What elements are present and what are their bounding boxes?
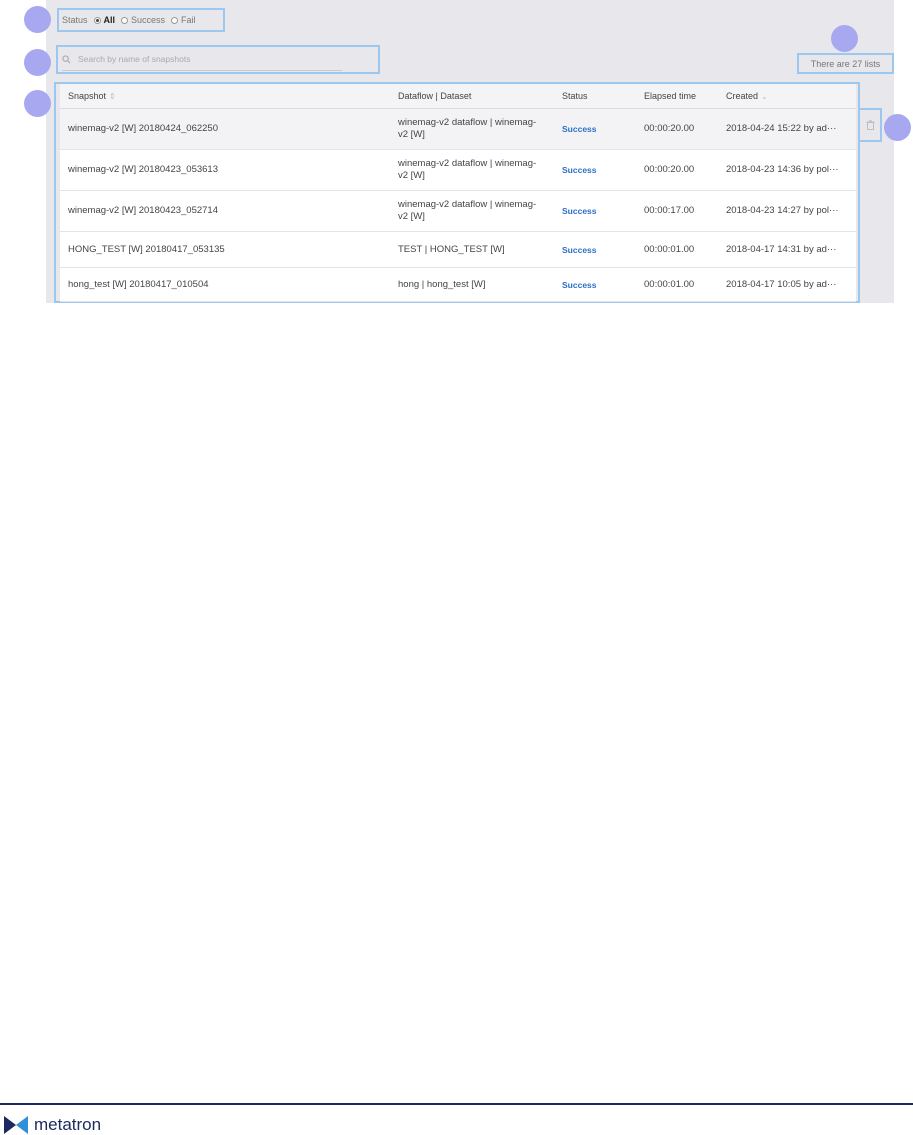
column-header-elapsed: Elapsed time [636, 84, 718, 109]
callout-marker-5 [884, 114, 911, 141]
callout-marker-1 [24, 6, 51, 33]
sort-icon[interactable]: ⇕ [109, 92, 116, 101]
status-radio-all[interactable]: All [93, 15, 116, 25]
cell-created: 2018-04-17 10:05 by ad··· [718, 267, 856, 302]
table-row[interactable]: HONG_TEST [W] 20180417_053135 TEST | HON… [60, 231, 856, 268]
cell-status: Success [554, 149, 636, 191]
cell-dataflow: winemag-v2 dataflow | winemag-v2 [W] [390, 108, 554, 150]
callout-marker-4 [831, 25, 858, 52]
cell-status: Success [554, 267, 636, 302]
status-filter-label: Status [62, 15, 88, 25]
metatron-logo: metatron [4, 1115, 101, 1135]
cell-status: Success [554, 190, 636, 232]
cell-status: Success [554, 108, 636, 150]
snapshot-table: Snapshot ⇕ Dataflow | Dataset Status Elap… [54, 82, 860, 303]
search-icon [62, 54, 71, 63]
search-box [56, 45, 380, 74]
status-radio-all-label: All [103, 15, 116, 25]
cell-elapsed: 00:00:20.00 [636, 108, 718, 150]
cell-created: 2018-04-23 14:27 by pol··· [718, 190, 856, 232]
cell-elapsed: 00:00:01.00 [636, 231, 718, 268]
cell-elapsed: 00:00:20.00 [636, 149, 718, 191]
status-radio-success[interactable]: Success [121, 15, 165, 25]
metatron-logo-icon [4, 1116, 28, 1134]
cell-dataflow: hong | hong_test [W] [390, 267, 554, 302]
cell-snapshot[interactable]: HONG_TEST [W] 20180417_053135 [60, 231, 390, 268]
cell-elapsed: 00:00:01.00 [636, 267, 718, 302]
cell-dataflow: winemag-v2 dataflow | winemag-v2 [W] [390, 149, 554, 191]
table-row[interactable]: winemag-v2 [W] 20180423_053613 winemag-v… [60, 149, 856, 191]
cell-status: Success [554, 231, 636, 268]
radio-unselected-icon [121, 16, 129, 24]
status-filter: Status All Success Fail [57, 8, 225, 32]
cell-created: 2018-04-17 14:31 by ad··· [718, 231, 856, 268]
status-radio-fail[interactable]: Fail [171, 15, 196, 25]
list-count: There are 27 lists [797, 53, 894, 74]
cell-snapshot[interactable]: hong_test [W] 20180417_010504 [60, 267, 390, 302]
cell-created: 2018-04-24 15:22 by ad··· [718, 108, 856, 150]
callout-marker-2 [24, 49, 51, 76]
cell-created: 2018-04-23 14:36 by pol··· [718, 149, 856, 191]
table-row[interactable]: winemag-v2 [W] 20180423_052714 winemag-v… [60, 190, 856, 232]
column-header-snapshot[interactable]: Snapshot ⇕ [60, 84, 390, 109]
cell-dataflow: TEST | HONG_TEST [W] [390, 231, 554, 268]
radio-selected-icon [93, 16, 101, 24]
sort-desc-icon[interactable]: ⌄ [761, 92, 768, 101]
table-row[interactable]: hong_test [W] 20180417_010504 hong | hon… [60, 267, 856, 302]
callout-marker-3 [24, 90, 51, 117]
table-header-row: Snapshot ⇕ Dataflow | Dataset Status Elap… [60, 84, 856, 109]
footer-divider [0, 1103, 913, 1105]
column-header-status: Status [554, 84, 636, 109]
status-radio-success-label: Success [131, 15, 166, 25]
status-radio-fail-label: Fail [181, 15, 196, 25]
trash-icon [866, 120, 874, 130]
logo-text: metatron [34, 1115, 102, 1134]
delete-button[interactable] [858, 108, 882, 142]
cell-dataflow: winemag-v2 dataflow | winemag-v2 [W] [390, 190, 554, 232]
cell-snapshot[interactable]: winemag-v2 [W] 20180423_053613 [60, 149, 390, 191]
snapshot-grid: Snapshot ⇕ Dataflow | Dataset Status Elap… [60, 84, 856, 302]
cell-snapshot[interactable]: winemag-v2 [W] 20180424_062250 [60, 108, 390, 150]
radio-unselected-icon [171, 16, 179, 24]
column-header-created[interactable]: Created ⌄ [718, 84, 856, 109]
table-row[interactable]: winemag-v2 [W] 20180424_062250 winemag-v… [60, 108, 856, 150]
cell-elapsed: 00:00:17.00 [636, 190, 718, 232]
cell-snapshot[interactable]: winemag-v2 [W] 20180423_052714 [60, 190, 390, 232]
search-input[interactable] [76, 53, 320, 65]
column-header-dataflow: Dataflow | Dataset [390, 84, 554, 109]
